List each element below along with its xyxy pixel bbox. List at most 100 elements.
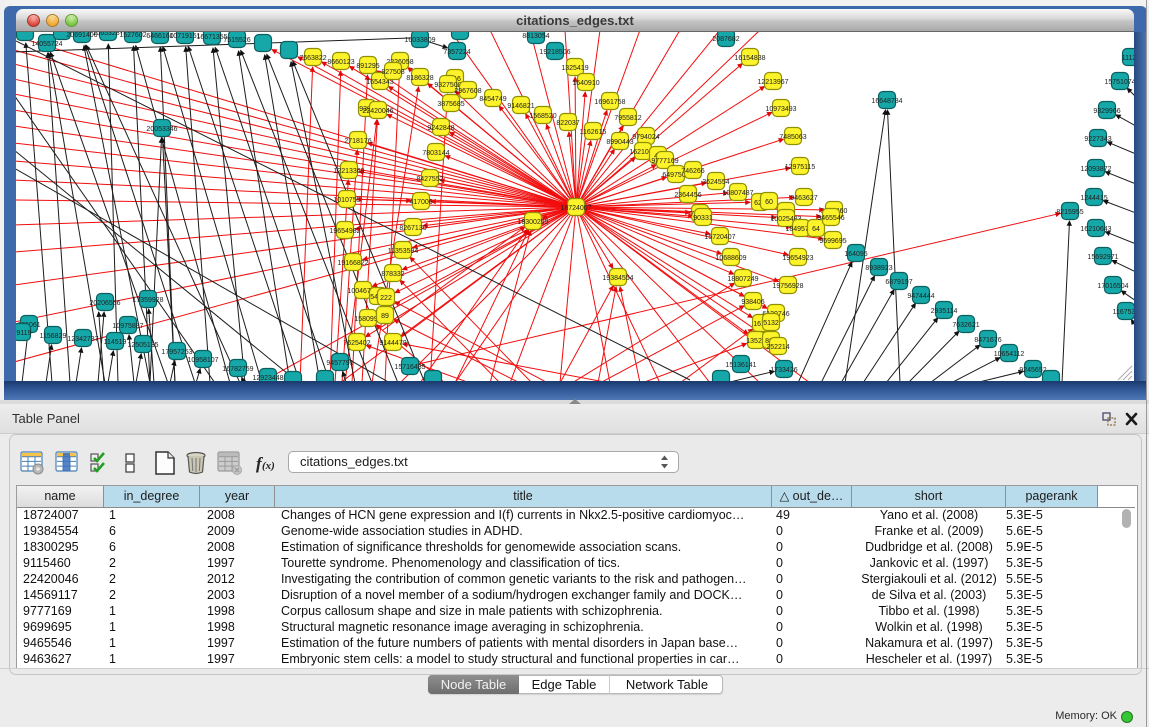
svg-text:8427552: 8427552: [416, 176, 443, 183]
svg-text:12505135: 12505135: [127, 342, 158, 349]
svg-text:12923448: 12923448: [252, 375, 283, 381]
svg-text:8186328: 8186328: [406, 75, 433, 82]
svg-text:3875685: 3875685: [437, 101, 464, 108]
svg-text:10654112: 10654112: [994, 351, 1025, 358]
svg-text:10975887: 10975887: [112, 323, 143, 330]
svg-text:9474444: 9474444: [907, 293, 934, 300]
svg-text:12093872: 12093872: [1080, 166, 1111, 173]
svg-text:1325419: 1325419: [561, 65, 588, 72]
svg-text:6879197: 6879197: [885, 279, 912, 286]
svg-text:15136141: 15136141: [725, 362, 756, 369]
svg-text:7485063: 7485063: [779, 134, 806, 141]
svg-text:2718176: 2718176: [344, 138, 371, 145]
svg-text:16782759: 16782759: [222, 366, 253, 373]
svg-text:16033809: 16033809: [404, 37, 435, 44]
svg-text:1640910: 1640910: [572, 80, 599, 87]
svg-text:17016504: 17016504: [1097, 283, 1128, 290]
svg-text:64: 64: [812, 226, 820, 233]
svg-text:18724007: 18724007: [560, 205, 591, 212]
svg-text:1244415: 1244415: [1080, 195, 1107, 202]
svg-text:9329966: 9329966: [1093, 108, 1120, 115]
svg-text:17359928: 17359928: [132, 297, 163, 304]
svg-text:15751074: 15751074: [1104, 79, 1134, 86]
svg-text:11124: 11124: [1122, 55, 1134, 62]
svg-text:878332: 878332: [381, 271, 404, 278]
svg-text:19654923: 19654923: [782, 255, 813, 262]
svg-text:8660123: 8660123: [327, 59, 354, 66]
svg-text:1527602: 1527602: [119, 32, 146, 39]
svg-text:1162615: 1162615: [580, 129, 607, 136]
svg-text:16961758: 16961758: [594, 99, 625, 106]
svg-text:222: 222: [380, 295, 392, 302]
svg-text:114519: 114519: [104, 339, 127, 346]
svg-text:2364456: 2364456: [674, 192, 701, 199]
svg-text:20053346: 20053346: [146, 126, 177, 133]
svg-text:89: 89: [381, 313, 389, 320]
svg-text:22420046: 22420046: [362, 108, 393, 115]
svg-text:7955812: 7955812: [614, 115, 641, 122]
svg-text:8215955: 8215955: [1056, 209, 1083, 216]
svg-text:9463627: 9463627: [790, 195, 817, 202]
svg-text:417006: 417006: [409, 199, 432, 206]
svg-text:19166822: 19166822: [337, 260, 368, 267]
svg-text:8454749: 8454749: [479, 96, 506, 103]
svg-text:12342737: 12342737: [67, 336, 98, 343]
svg-text:5132: 5132: [763, 320, 779, 327]
svg-text:9227343: 9227343: [1084, 136, 1111, 143]
svg-text:1156829: 1156829: [40, 333, 67, 340]
svg-text:1010755: 1010755: [333, 197, 360, 204]
svg-text:19654982: 19654982: [329, 228, 360, 235]
svg-text:18807249: 18807249: [727, 276, 758, 283]
svg-text:7357224: 7357224: [443, 49, 470, 56]
svg-text:7632621: 7632621: [952, 322, 979, 329]
svg-text:9146821: 9146821: [507, 103, 534, 110]
svg-text:1568520: 1568520: [529, 113, 556, 120]
svg-text:10973493: 10973493: [765, 106, 796, 113]
svg-text:9457791: 9457791: [326, 360, 353, 367]
svg-text:10688609: 10688609: [715, 255, 746, 262]
svg-text:11353594: 11353594: [388, 248, 419, 255]
svg-text:8938923: 8938923: [865, 265, 892, 272]
svg-text:16210643: 16210643: [1080, 226, 1111, 233]
svg-text:7625402: 7625402: [343, 340, 370, 347]
svg-text:16154838: 16154838: [734, 55, 765, 62]
svg-text:8471676: 8471676: [974, 337, 1001, 344]
svg-text:17957253: 17957253: [161, 349, 192, 356]
svg-text:2935114: 2935114: [931, 308, 958, 315]
svg-text:9777169: 9777169: [651, 158, 678, 165]
svg-text:15720407: 15720407: [704, 234, 735, 241]
svg-text:7663822: 7663822: [299, 55, 326, 62]
svg-text:7515526: 7515526: [223, 37, 250, 44]
svg-text:14055724: 14055724: [31, 41, 62, 48]
svg-text:10958107: 10958107: [187, 357, 218, 364]
svg-text:1733426: 1733426: [770, 367, 797, 374]
svg-text:10807487: 10807487: [722, 190, 753, 197]
svg-text:60: 60: [765, 199, 773, 206]
svg-text:164095: 164095: [844, 251, 867, 258]
svg-text:39119: 39119: [16, 330, 32, 337]
svg-text:9699695: 9699695: [819, 238, 846, 245]
svg-text:9794024: 9794024: [632, 134, 659, 141]
svg-text:1167534: 1167534: [1113, 309, 1134, 316]
svg-text:8267130: 8267130: [399, 225, 426, 232]
svg-text:15692971: 15692971: [1087, 254, 1118, 261]
svg-text:(x): (x): [262, 460, 275, 472]
svg-text:8813054: 8813054: [522, 33, 549, 40]
svg-text:891295: 891295: [356, 63, 379, 70]
svg-text:19756928: 19756928: [772, 283, 803, 290]
svg-text:15716485: 15716485: [394, 364, 425, 371]
svg-text:9465546: 9465546: [817, 215, 844, 222]
svg-text:827508: 827508: [381, 69, 404, 76]
svg-text:12213369: 12213369: [333, 168, 364, 175]
svg-text:19218506: 19218506: [539, 49, 570, 56]
svg-text:9144479: 9144479: [379, 340, 406, 347]
svg-text:12213967: 12213967: [757, 79, 788, 86]
svg-text:12975115: 12975115: [785, 164, 816, 171]
svg-text:18300295: 18300295: [517, 219, 548, 226]
svg-text:8990443: 8990443: [606, 139, 633, 146]
svg-text:746266: 746266: [681, 168, 704, 175]
svg-text:7803144: 7803144: [422, 150, 449, 157]
svg-text:938406: 938406: [741, 299, 764, 306]
svg-text:16648784: 16648784: [871, 98, 902, 105]
svg-text:19384554: 19384554: [602, 275, 633, 282]
